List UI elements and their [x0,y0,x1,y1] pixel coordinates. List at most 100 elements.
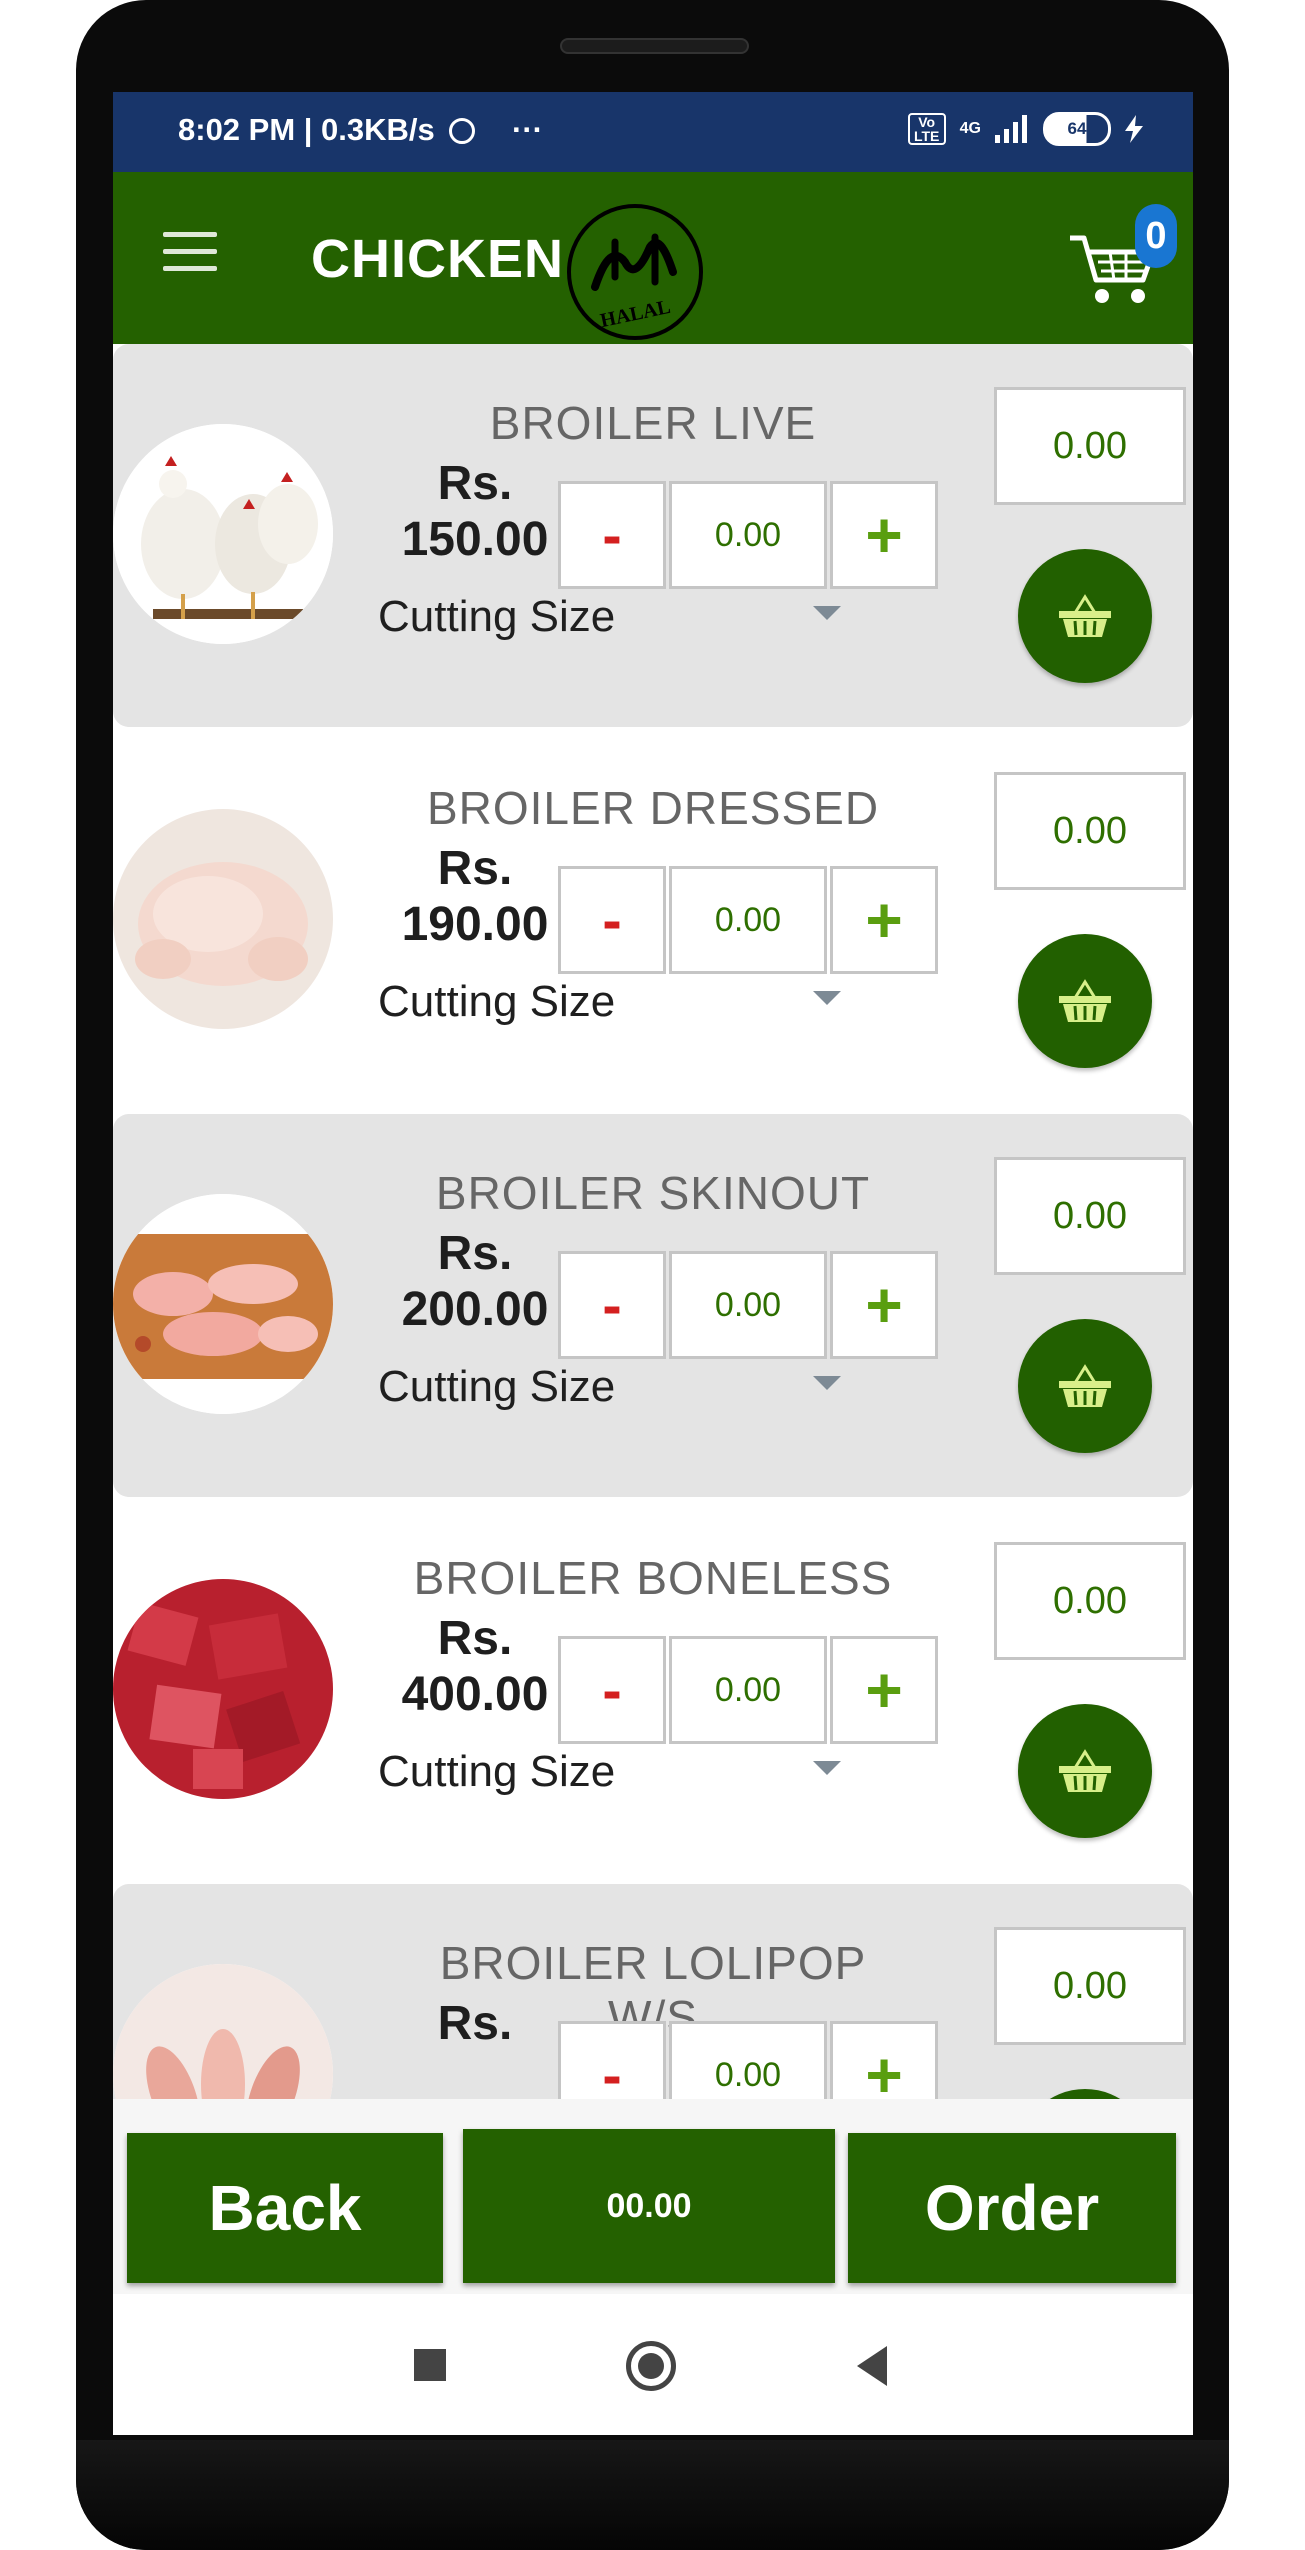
cutting-size-select[interactable]: Cutting Size [378,1362,615,1412]
add-to-basket-button[interactable] [1018,1704,1152,1838]
status-bar: 8:02 PM | 0.3KB/s ··· Vo LTE 4G 64 [113,92,1193,172]
app-bar: CHICKEN HALAL 0 [113,172,1193,344]
decrease-quantity-button[interactable]: - [558,1636,666,1744]
price-prefix: Rs. [437,842,513,895]
back-triangle-icon[interactable] [857,2346,887,2386]
increase-quantity-button[interactable]: + [830,1636,938,1744]
decrease-quantity-button[interactable]: - [558,2021,666,2099]
item-total-field: 0.00 [994,772,1186,890]
increase-quantity-button[interactable]: + [830,481,938,589]
order-button[interactable]: Order [848,2133,1176,2283]
price-value: 150.00 [401,513,549,566]
quantity-field[interactable]: 0.00 [669,2021,827,2099]
product-name: BROILER BONELESS [413,1552,893,1604]
price-prefix: Rs. [437,1612,513,1665]
basket-icon [1059,979,1111,1022]
dropdown-arrow-icon[interactable] [813,991,841,1005]
item-total-field: 0.00 [994,1542,1186,1660]
decrease-quantity-button[interactable]: - [558,866,666,974]
back-button[interactable]: Back [127,2133,443,2283]
price-prefix: Rs. [437,1227,513,1280]
product-price: Rs. [375,1996,575,2052]
basket-icon [1059,1749,1111,1792]
screen: 8:02 PM | 0.3KB/s ··· Vo LTE 4G 64 CHICK… [113,92,1193,2435]
bottom-action-bar: Back 00.00 Order [113,2099,1193,2294]
cutting-size-select[interactable]: Cutting Size [378,977,615,1027]
dropdown-arrow-icon[interactable] [813,606,841,620]
increase-quantity-button[interactable]: + [830,866,938,974]
home-icon[interactable] [626,2341,676,2391]
quantity-stepper: - 0.00 + [558,1636,938,1744]
add-to-basket-button[interactable] [1018,549,1152,683]
quantity-stepper: - 0.00 + [558,481,938,589]
product-price: Rs. 200.00 [375,1226,575,1338]
add-to-basket-button[interactable] [1018,2089,1152,2099]
product-card: BROILER SKINOUT Rs. 200.00 - 0.00 + Cutt… [113,1114,1193,1497]
basket-icon [1059,1364,1111,1407]
network-label: 4G [959,120,981,137]
item-total-field: 0.00 [994,1927,1186,2045]
quantity-stepper: - 0.00 + [558,866,938,974]
product-card: BROILER DRESSED Rs. 190.00 - 0.00 + Cutt… [113,729,1193,1112]
quantity-field[interactable]: 0.00 [669,481,827,589]
product-card: BROILER LOLIPOP W/S Rs. - 0.00 + 0.00 [113,1884,1193,2099]
volte-icon: Vo LTE [907,113,946,145]
cart-count-badge: 0 [1135,204,1177,268]
page-title: CHICKEN [311,229,565,289]
decrease-quantity-button[interactable]: - [558,481,666,589]
product-list: BROILER LIVE Rs. 150.00 - 0.00 + Cutting… [113,344,1193,2099]
product-name: BROILER SKINOUT [435,1167,871,1219]
product-image [113,1194,333,1414]
product-price: Rs. 190.00 [375,841,575,953]
status-time: 8:02 PM | 0.3KB/s [178,112,435,147]
price-prefix: Rs. [437,1997,513,2050]
dropdown-arrow-icon[interactable] [813,1376,841,1390]
battery-level: 64 [1067,119,1087,138]
grand-total-display: 00.00 [463,2129,835,2283]
charging-icon [1125,115,1143,143]
product-image [113,424,333,644]
quantity-stepper: - 0.00 + [558,1251,938,1359]
quantity-field[interactable]: 0.00 [669,1251,827,1359]
basket-icon [1059,594,1111,637]
quantity-stepper: - 0.00 + [558,2021,938,2099]
alarm-icon [449,118,476,144]
product-name: BROILER LIVE [489,397,817,449]
product-name: BROILER DRESSED [426,782,880,834]
cutting-size-select[interactable]: Cutting Size [378,592,615,642]
svg-text:HALAL: HALAL [598,296,672,332]
add-to-basket-button[interactable] [1018,1319,1152,1453]
product-image [113,1964,333,2099]
battery-icon: 64 [1043,112,1111,146]
decrease-quantity-button[interactable]: - [558,1251,666,1359]
product-card: BROILER LIVE Rs. 150.00 - 0.00 + Cutting… [113,344,1193,727]
phone-speaker [560,38,749,54]
product-price: Rs. 150.00 [375,456,575,568]
price-prefix: Rs. [437,457,513,510]
phone-bottom-bezel [76,2440,1229,2550]
product-image [113,809,333,1029]
status-right: Vo LTE 4G 64 [907,112,1143,146]
quantity-field[interactable]: 0.00 [669,866,827,974]
quantity-field[interactable]: 0.00 [669,1636,827,1744]
item-total-field: 0.00 [994,387,1186,505]
status-left: 8:02 PM | 0.3KB/s ··· [178,112,543,148]
system-nav-bar [113,2294,1193,2435]
cutting-size-select[interactable]: Cutting Size [378,1747,615,1797]
product-image [113,1579,333,1799]
price-value: 200.00 [401,1283,549,1336]
recent-apps-icon[interactable] [414,2349,446,2381]
add-to-basket-button[interactable] [1018,934,1152,1068]
price-value: 400.00 [401,1668,549,1721]
halal-logo: HALAL [567,204,703,340]
hamburger-menu-icon[interactable] [163,232,217,272]
product-card: BROILER BONELESS Rs. 400.00 - 0.00 + Cut… [113,1499,1193,1882]
price-value: 190.00 [401,898,549,951]
increase-quantity-button[interactable]: + [830,2021,938,2099]
item-total-field: 0.00 [994,1157,1186,1275]
more-notifications: ··· [512,112,544,147]
product-price: Rs. 400.00 [375,1611,575,1723]
signal-icon [995,115,1027,143]
increase-quantity-button[interactable]: + [830,1251,938,1359]
dropdown-arrow-icon[interactable] [813,1761,841,1775]
